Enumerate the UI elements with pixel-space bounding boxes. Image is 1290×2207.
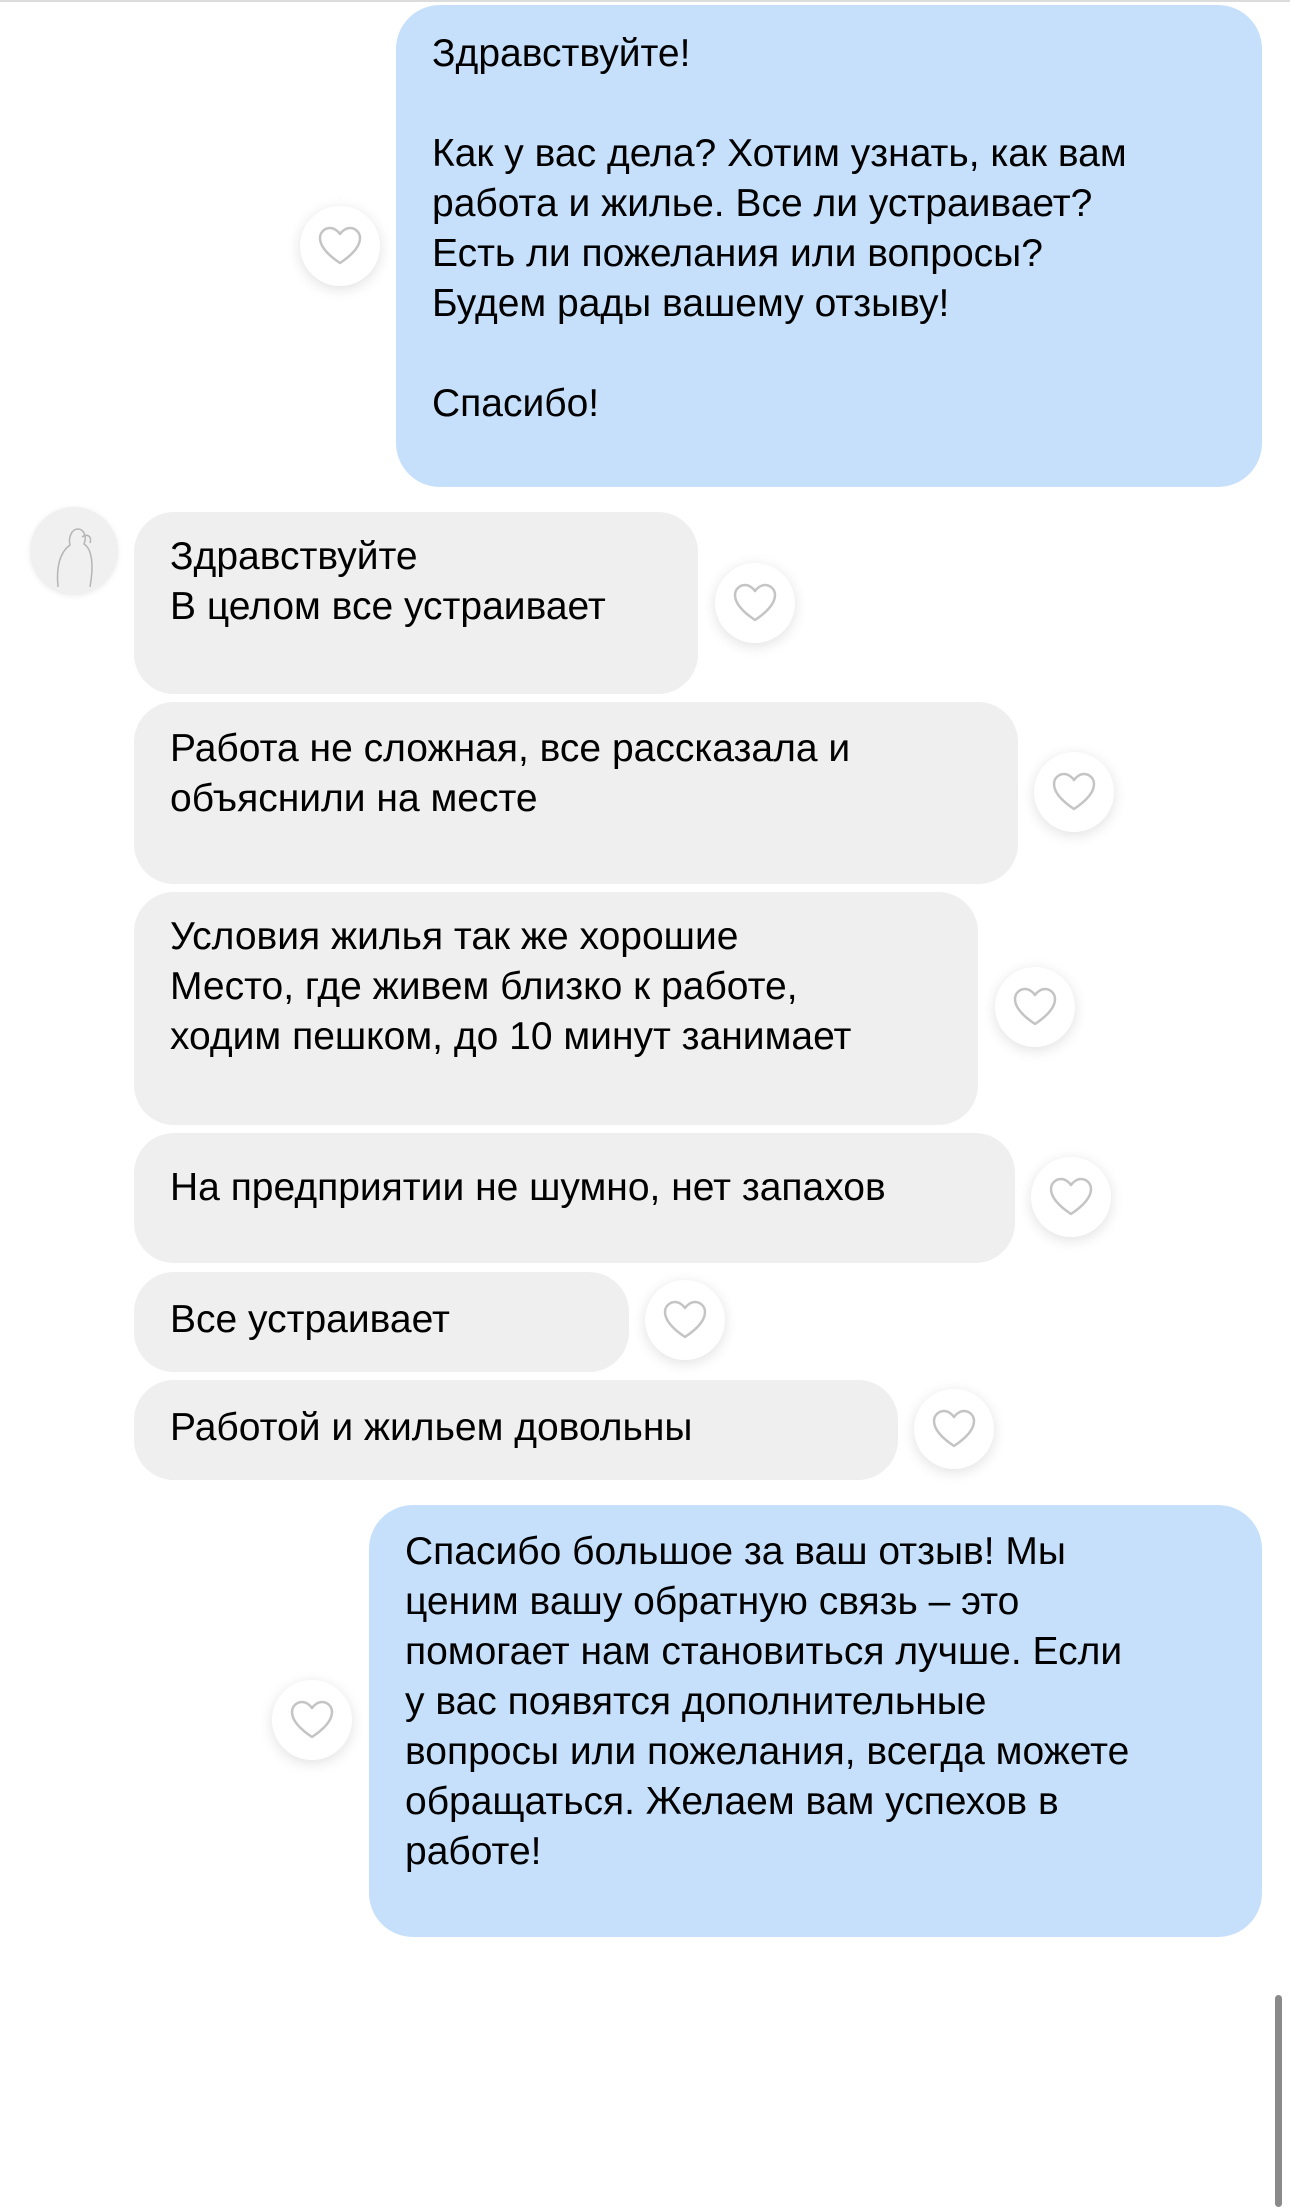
top-divider [0, 0, 1290, 2]
message-bubble-incoming[interactable]: Работой и жильем довольны [134, 1380, 898, 1480]
heart-outline-icon[interactable] [715, 563, 795, 643]
heart-outline-icon[interactable] [645, 1280, 725, 1360]
heart-outline-icon[interactable] [995, 967, 1075, 1047]
message-bubble-incoming[interactable]: Работа не сложная, все рассказала и объя… [134, 702, 1018, 884]
heart-outline-icon[interactable] [272, 1680, 352, 1760]
heart-outline-icon[interactable] [914, 1389, 994, 1469]
message-bubble-outgoing[interactable]: Здравствуйте! Как у вас дела? Хотим узна… [396, 5, 1262, 487]
message-bubble-outgoing[interactable]: Спасибо большое за ваш отзыв! Мы ценим в… [369, 1505, 1262, 1937]
message-bubble-incoming[interactable]: На предприятии не шумно, нет запахов [134, 1133, 1015, 1263]
message-bubble-incoming[interactable]: Условия жилья так же хорошие Место, где … [134, 892, 978, 1125]
contact-avatar[interactable] [30, 507, 118, 595]
heart-outline-icon[interactable] [300, 206, 380, 286]
heart-outline-icon[interactable] [1034, 752, 1114, 832]
scrollbar-thumb[interactable] [1275, 1995, 1282, 2207]
message-bubble-incoming[interactable]: Все устраивает [134, 1272, 629, 1372]
heart-outline-icon[interactable] [1031, 1157, 1111, 1237]
message-bubble-incoming[interactable]: Здравствуйте В целом все устраивает [134, 512, 698, 694]
avatar-figure-icon [56, 528, 93, 588]
